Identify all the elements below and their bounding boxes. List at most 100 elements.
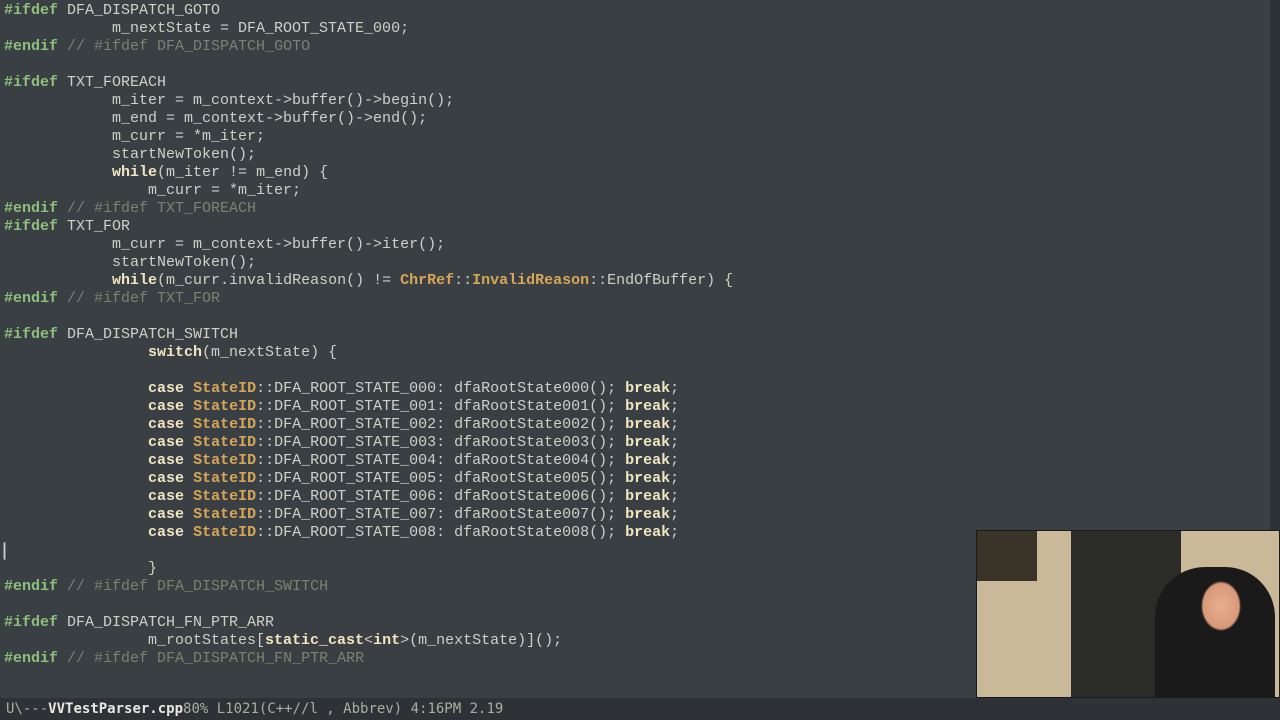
token-ident: ;	[670, 416, 679, 433]
code-line[interactable]: case StateID::DFA_ROOT_STATE_007: dfaRoo…	[4, 506, 1276, 524]
token-ident: (m_nextState) {	[202, 344, 337, 361]
token-ident	[4, 164, 112, 181]
code-line[interactable]: case StateID::DFA_ROOT_STATE_005: dfaRoo…	[4, 470, 1276, 488]
token-ident	[58, 290, 67, 307]
code-line[interactable]: #ifdef DFA_DISPATCH_SWITCH	[4, 326, 1276, 344]
code-line[interactable]: #endif // #ifdef DFA_DISPATCH_GOTO	[4, 38, 1276, 56]
token-ident	[4, 344, 148, 361]
code-line[interactable]: m_curr = *m_iter;	[4, 128, 1276, 146]
token-ident: m_rootStates[	[4, 632, 265, 649]
code-line[interactable]: case StateID::DFA_ROOT_STATE_006: dfaRoo…	[4, 488, 1276, 506]
token-keyword: while	[112, 164, 157, 181]
token-type: StateID	[193, 380, 256, 397]
text-cursor	[4, 543, 5, 559]
token-ident	[58, 650, 67, 667]
token-ident: DFA_DISPATCH_SWITCH	[58, 326, 238, 343]
token-preproc: #ifdef	[4, 326, 58, 343]
token-keyword: static_cast	[265, 632, 364, 649]
token-keyword: case	[148, 380, 184, 397]
code-line[interactable]: startNewToken();	[4, 254, 1276, 272]
token-ident: ::DFA_ROOT_STATE_004: dfaRootState004();	[256, 452, 625, 469]
token-type: StateID	[193, 524, 256, 541]
token-ident: DFA_DISPATCH_GOTO	[58, 2, 220, 19]
code-line[interactable]: while(m_curr.invalidReason() != ChrRef::…	[4, 272, 1276, 290]
token-ident: ::DFA_ROOT_STATE_006: dfaRootState006();	[256, 488, 625, 505]
token-ident	[4, 434, 148, 451]
token-ident: ::EndOfBuffer) {	[589, 272, 733, 289]
code-line[interactable]: switch(m_nextState) {	[4, 344, 1276, 362]
token-ident	[4, 506, 148, 523]
token-ident: m_curr = *m_iter;	[4, 128, 265, 145]
token-ident: >(m_nextState)]();	[400, 632, 562, 649]
code-line[interactable]: m_end = m_context->buffer()->end();	[4, 110, 1276, 128]
token-ident: (m_curr.invalidReason() !=	[157, 272, 400, 289]
code-line[interactable]: while(m_iter != m_end) {	[4, 164, 1276, 182]
token-ident	[4, 398, 148, 415]
code-line[interactable]: case StateID::DFA_ROOT_STATE_002: dfaRoo…	[4, 416, 1276, 434]
code-line[interactable]	[4, 362, 1276, 380]
code-line[interactable]	[4, 56, 1276, 74]
token-ident: ::DFA_ROOT_STATE_002: dfaRootState002();	[256, 416, 625, 433]
token-keyword: break	[625, 524, 670, 541]
token-ident: ;	[670, 434, 679, 451]
code-line[interactable]: case StateID::DFA_ROOT_STATE_000: dfaRoo…	[4, 380, 1276, 398]
token-keyword: case	[148, 416, 184, 433]
token-ident: <	[364, 632, 373, 649]
token-ident: ::DFA_ROOT_STATE_001: dfaRootState001();	[256, 398, 625, 415]
token-type: StateID	[193, 506, 256, 523]
token-ident	[184, 434, 193, 451]
token-ident	[4, 470, 148, 487]
token-keyword: case	[148, 470, 184, 487]
token-keyword: case	[148, 506, 184, 523]
code-line[interactable]: #endif // #ifdef TXT_FOREACH	[4, 200, 1276, 218]
token-ident	[4, 488, 148, 505]
code-line[interactable]: #ifdef TXT_FOREACH	[4, 74, 1276, 92]
token-keyword: break	[625, 434, 670, 451]
code-line[interactable]: m_nextState = DFA_ROOT_STATE_000;	[4, 20, 1276, 38]
token-ident: DFA_DISPATCH_FN_PTR_ARR	[58, 614, 274, 631]
code-line[interactable]: case StateID::DFA_ROOT_STATE_004: dfaRoo…	[4, 452, 1276, 470]
token-keyword: break	[625, 416, 670, 433]
token-ident: }	[4, 560, 157, 577]
token-keyword: while	[112, 272, 157, 289]
token-comment: // #ifdef DFA_DISPATCH_SWITCH	[67, 578, 328, 595]
token-ident	[184, 488, 193, 505]
token-type: StateID	[193, 488, 256, 505]
token-ident: ::DFA_ROOT_STATE_007: dfaRootState007();	[256, 506, 625, 523]
token-comment: // #ifdef DFA_DISPATCH_FN_PTR_ARR	[67, 650, 364, 667]
code-line[interactable]	[4, 308, 1276, 326]
status-bar: U\--- VVTestParser.cpp 80% L1021 (C++//l…	[0, 698, 1280, 720]
code-line[interactable]: #endif // #ifdef TXT_FOR	[4, 290, 1276, 308]
token-ident: m_iter = m_context->buffer()->begin();	[4, 92, 454, 109]
token-keyword: break	[625, 470, 670, 487]
token-type: InvalidReason	[472, 272, 589, 289]
code-line[interactable]: m_curr = *m_iter;	[4, 182, 1276, 200]
token-ident	[4, 524, 148, 541]
token-ident: ::DFA_ROOT_STATE_003: dfaRootState003();	[256, 434, 625, 451]
code-line[interactable]: m_curr = m_context->buffer()->iter();	[4, 236, 1276, 254]
token-keyword: int	[373, 632, 400, 649]
token-preproc: #endif	[4, 38, 58, 55]
token-keyword: break	[625, 398, 670, 415]
token-ident	[184, 416, 193, 433]
token-ident: startNewToken();	[4, 146, 256, 163]
token-ident: ::	[454, 272, 472, 289]
code-line[interactable]: m_iter = m_context->buffer()->begin();	[4, 92, 1276, 110]
token-type: StateID	[193, 470, 256, 487]
token-ident: m_end = m_context->buffer()->end();	[4, 110, 427, 127]
code-line[interactable]: #ifdef TXT_FOR	[4, 218, 1276, 236]
code-line[interactable]: startNewToken();	[4, 146, 1276, 164]
token-preproc: #endif	[4, 650, 58, 667]
token-ident: ;	[670, 524, 679, 541]
code-line[interactable]: case StateID::DFA_ROOT_STATE_001: dfaRoo…	[4, 398, 1276, 416]
token-ident	[184, 470, 193, 487]
status-filename: VVTestParser.cpp	[48, 700, 183, 718]
token-type: StateID	[193, 398, 256, 415]
code-line[interactable]: #ifdef DFA_DISPATCH_GOTO	[4, 2, 1276, 20]
webcam-overlay	[976, 530, 1280, 698]
token-ident: ::DFA_ROOT_STATE_000: dfaRootState000();	[256, 380, 625, 397]
code-line[interactable]: case StateID::DFA_ROOT_STATE_003: dfaRoo…	[4, 434, 1276, 452]
token-ident	[184, 380, 193, 397]
token-ident: ;	[670, 398, 679, 415]
status-prefix: U\---	[6, 700, 48, 718]
